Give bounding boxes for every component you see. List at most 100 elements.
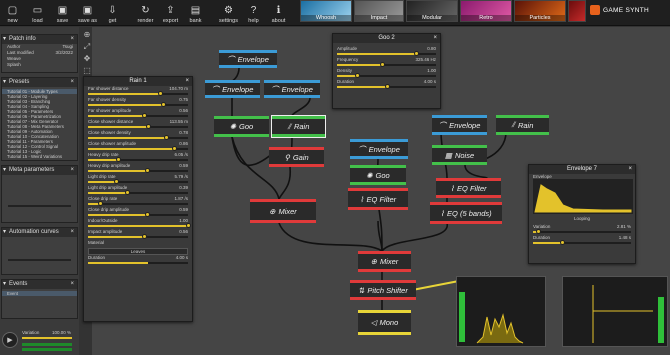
thumbnail-impact[interactable]: Impact [354,0,404,22]
settings-button[interactable]: ⚙ settings [216,0,241,26]
node-eq-5-bands[interactable]: ⌇ EQ (5 bands) [430,202,502,224]
node-mono[interactable]: ◁ Mono [358,310,411,335]
param-slider[interactable] [88,168,188,173]
param-slider[interactable] [337,62,436,67]
close-icon[interactable]: × [70,228,74,237]
slider-knob[interactable] [98,201,103,206]
slider-knob[interactable] [125,190,130,195]
events-header[interactable]: Events × [2,280,77,289]
close-icon[interactable]: × [70,35,74,44]
fit-icon[interactable]: ⤢ [82,42,92,54]
node-rain[interactable]: ⫽ Rain [271,115,326,138]
pan-icon[interactable]: ✥ [82,54,92,66]
event-item[interactable]: Event [2,291,77,296]
rain-window-header[interactable]: Rain 1 × [84,77,192,86]
param-slider[interactable] [337,84,436,89]
node-gain[interactable]: ⚲ Gain [269,147,324,167]
about-button[interactable]: ℹ about [266,0,291,26]
node-rain[interactable]: ⫽ Rain [496,115,549,135]
param-slider[interactable] [88,146,188,151]
slider-knob[interactable] [161,102,166,107]
render-button[interactable]: ↻ render [133,0,158,26]
node-envelope[interactable]: ⌒ Envelope [264,80,320,98]
save-as-button[interactable]: ▣ save as [75,0,100,26]
node-mixer[interactable]: ⊕ Mixer [250,199,316,223]
param-slider[interactable] [88,124,188,129]
slider-knob[interactable] [114,179,119,184]
close-icon[interactable]: × [628,165,632,174]
presets-header[interactable]: Presets × [2,78,77,87]
node-pitch-shifter[interactable]: ⇅ Pitch Shifter [350,280,416,300]
param-slider[interactable] [88,212,188,217]
slider-knob[interactable] [186,223,191,228]
automation-slider[interactable] [8,259,71,261]
node-envelope[interactable]: ⌒ Envelope [219,50,277,68]
automation-curves-header[interactable]: Automation curves × [2,228,77,237]
node-mixer[interactable]: ⊕ Mixer [358,251,411,272]
param-slider[interactable] [88,190,188,195]
param-slider[interactable] [533,240,631,245]
thumbnail-whoosh[interactable]: Whoosh [300,0,352,22]
export-button[interactable]: ⇪ export [158,0,183,26]
zoom-icon[interactable]: ⊕ [82,30,92,42]
variation-slider[interactable] [22,337,72,339]
param-slider[interactable] [88,91,188,96]
node-envelope[interactable]: ⌒ Envelope [205,80,260,98]
param-slider[interactable] [88,223,191,228]
envelope-window-header[interactable]: Envelope 7 × [529,165,635,174]
thumbnail-more[interactable] [568,0,586,22]
new-button[interactable]: ▢ new [0,0,25,26]
close-icon[interactable]: × [185,77,189,86]
close-icon[interactable]: × [70,166,74,175]
slider-knob[interactable] [142,234,147,239]
duration-slider[interactable] [88,262,188,264]
node-envelope[interactable]: ⌒ Envelope [350,139,408,159]
slider-knob[interactable] [158,91,163,96]
help-button[interactable]: ? help [241,0,266,26]
save-button[interactable]: ▣ save [50,0,75,26]
close-icon[interactable]: × [70,78,74,87]
bank-button[interactable]: ▤ bank [183,0,208,26]
thumbnail-retro[interactable]: Retro [460,0,512,22]
slider-knob[interactable] [379,62,385,67]
param-slider[interactable] [88,234,188,239]
patch-info-header[interactable]: Patch info × [2,35,77,44]
param-slider[interactable] [88,113,188,118]
param-slider[interactable] [533,229,631,234]
slider-knob[interactable] [535,229,541,234]
thumbnail-modular[interactable]: Modular [406,0,458,22]
slider-knob[interactable] [414,51,420,56]
slider-knob[interactable] [172,146,177,151]
param-slider[interactable] [88,179,188,184]
slider-knob[interactable] [142,113,147,118]
slider-knob[interactable] [384,84,390,89]
play-icon[interactable]: ▶ [2,332,18,348]
preset-item[interactable]: Tutorial 15 - Weird Variations [2,154,77,159]
slider-knob[interactable] [164,135,169,140]
slider-knob[interactable] [354,73,360,78]
node-envelope[interactable]: ⌒ Envelope [432,115,487,135]
meta-parameters-header[interactable]: Meta parameters × [2,166,77,175]
slider-knob[interactable] [146,124,151,129]
slider-knob[interactable] [144,168,150,173]
close-icon[interactable]: × [433,34,437,43]
node-goo[interactable]: ✺ Goo [214,116,269,137]
material-dropdown[interactable]: Leaves [88,248,188,255]
node-eq-filter[interactable]: ⌇ EQ Filter [436,178,501,198]
param-slider[interactable] [88,135,188,140]
node-eq-filter[interactable]: ⌇ EQ Filter [348,188,408,210]
close-icon[interactable]: × [70,280,74,289]
goo-window-header[interactable]: Goo 2 × [333,34,440,43]
thumbnail-particles[interactable]: Particles [514,0,566,22]
load-button[interactable]: ▭ load [25,0,50,26]
param-slider[interactable] [88,102,188,107]
slider-knob[interactable] [116,157,121,162]
slider-knob[interactable] [144,212,150,217]
node-noise[interactable]: ▦ Noise [432,145,487,165]
envelope-graph[interactable] [533,179,633,214]
param-slider[interactable] [337,51,436,56]
get-button[interactable]: ⇩ get [100,0,125,26]
param-slider[interactable] [337,73,436,78]
param-slider[interactable] [88,157,188,162]
param-slider[interactable] [88,201,188,206]
